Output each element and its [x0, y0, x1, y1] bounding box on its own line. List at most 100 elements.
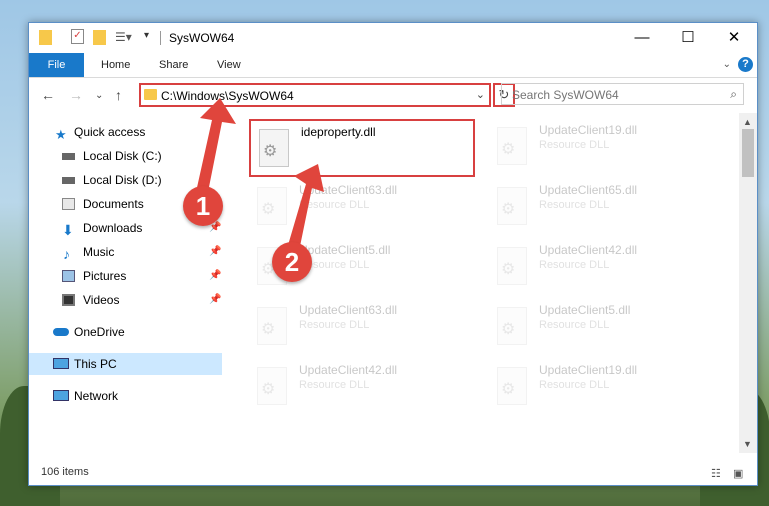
gear-icon: ⚙ — [501, 321, 516, 338]
expand-ribbon-icon[interactable]: ⌄ — [723, 59, 731, 70]
file-name: UpdateClient5.dll — [299, 243, 391, 257]
file-name: UpdateClient5.dll — [539, 303, 631, 317]
list-item[interactable]: ⚙ UpdateClient5.dll Resource DLL — [489, 299, 719, 355]
file-name: UpdateClient19.dll — [539, 363, 638, 377]
sidebar-item-label: Documents — [83, 197, 144, 211]
file-type: Resource DLL — [539, 139, 610, 151]
back-button[interactable]: ← — [41, 87, 55, 103]
file-type: Resource DLL — [539, 379, 610, 391]
search-box[interactable]: ⌕ — [501, 83, 744, 105]
new-folder-icon[interactable] — [93, 30, 106, 45]
large-icons-view-icon[interactable]: ▣ — [733, 467, 747, 480]
pin-icon[interactable]: 📌 — [209, 241, 221, 263]
close-button[interactable]: ✕ — [711, 23, 757, 53]
properties-icon[interactable]: ✓ — [71, 29, 84, 44]
recent-locations-button[interactable]: ⌄ — [95, 90, 103, 101]
pictures-icon — [62, 270, 75, 282]
sidebar-item-label: OneDrive — [74, 325, 125, 339]
pin-icon[interactable]: 📌 — [209, 289, 221, 311]
list-item[interactable]: ⚙ UpdateClient63.dll Resource DLL — [249, 179, 479, 235]
sidebar-item-this-pc[interactable]: This PC — [29, 353, 222, 375]
up-button[interactable]: ↑ — [115, 87, 122, 103]
sidebar-item-pictures[interactable]: Pictures 📌 — [29, 265, 222, 287]
pin-icon[interactable]: 📌 — [209, 265, 221, 287]
sidebar-item-videos[interactable]: Videos 📌 — [29, 289, 222, 311]
ribbon: File Home Share View ⌄ ? — [29, 53, 757, 78]
list-item[interactable]: ⚙ UpdateClient42.dll Resource DLL — [489, 239, 719, 295]
minimize-button[interactable]: — — [619, 23, 665, 53]
navigation-pane: ★ Quick access Local Disk (C:) Local Dis… — [29, 113, 224, 453]
list-item[interactable]: ⚙ UpdateClient19.dll Resource DLL — [489, 119, 719, 175]
sidebar-item-label: Downloads — [83, 221, 143, 235]
scroll-up-icon[interactable]: ▲ — [743, 117, 752, 127]
sidebar-item-label: Network — [74, 389, 119, 403]
file-type: Resource DLL — [539, 319, 610, 331]
list-item[interactable]: ⚙ UpdateClient42.dll Resource DLL — [249, 359, 479, 415]
sidebar-item-local-disk-c[interactable]: Local Disk (C:) — [29, 145, 222, 167]
drive-icon — [62, 177, 75, 184]
navigation-bar: ← → ⌄ ↑ C:\Windows\SysWOW64 ⌄ ↻ ⌕ — [29, 78, 757, 112]
folder-icon — [39, 30, 52, 45]
gear-icon: ⚙ — [501, 261, 516, 278]
file-name: UpdateClient42.dll — [299, 363, 398, 377]
status-bar: 106 items ☷ ▣ — [29, 463, 757, 485]
sidebar-item-label: Local Disk (D:) — [83, 173, 162, 187]
videos-icon — [62, 294, 75, 306]
scroll-thumb[interactable] — [742, 129, 754, 177]
gear-icon: ⚙ — [261, 201, 276, 218]
tab-file[interactable]: File — [29, 53, 84, 77]
address-path: C:\Windows\SysWOW64 — [161, 89, 294, 103]
maximize-button[interactable]: ☐ — [665, 23, 711, 53]
tab-share[interactable]: Share — [159, 53, 188, 77]
scroll-down-icon[interactable]: ▼ — [743, 439, 752, 449]
network-icon — [53, 390, 69, 401]
sidebar-item-network[interactable]: Network — [29, 385, 222, 407]
gear-icon: ⚙ — [501, 141, 516, 158]
list-item[interactable]: ⚙ UpdateClient19.dll Resource DLL — [489, 359, 719, 415]
cloud-icon — [53, 328, 69, 336]
item-count: 106 items — [41, 466, 89, 478]
folder-icon — [144, 89, 157, 100]
title-bar: ✓ ☰▾ ▾ SysWOW64 — ☐ ✕ — [29, 23, 757, 53]
tab-view[interactable]: View — [217, 53, 241, 77]
search-input[interactable] — [510, 85, 714, 105]
file-list: ⚙ ideproperty.dll ⚙ UpdateClient19.dll R… — [227, 113, 739, 453]
sidebar-item-label: Local Disk (C:) — [83, 149, 162, 163]
sidebar-item-quick-access[interactable]: ★ Quick access — [29, 121, 222, 143]
file-type: Resource DLL — [299, 199, 370, 211]
list-item[interactable]: ⚙ UpdateClient65.dll Resource DLL — [489, 179, 719, 235]
list-item[interactable]: ⚙ ideproperty.dll — [249, 119, 475, 177]
explorer-window: ✓ ☰▾ ▾ SysWOW64 — ☐ ✕ File Home Share Vi… — [28, 22, 758, 486]
help-icon[interactable]: ? — [738, 57, 753, 72]
details-view-icon[interactable]: ☷ — [711, 467, 725, 480]
step-2-badge: 2 — [272, 242, 312, 282]
gear-icon: ⚙ — [501, 201, 516, 218]
computer-icon — [53, 358, 69, 369]
file-name: UpdateClient42.dll — [539, 243, 638, 257]
search-icon[interactable]: ⌕ — [730, 87, 737, 102]
file-name: UpdateClient63.dll — [299, 183, 398, 197]
tab-home[interactable]: Home — [101, 53, 130, 77]
sidebar-item-label: Music — [83, 245, 115, 259]
sidebar-item-onedrive[interactable]: OneDrive — [29, 321, 222, 343]
sidebar-item-label: Pictures — [83, 269, 127, 283]
chevron-down-icon[interactable]: ⌄ — [476, 88, 485, 101]
drive-icon — [62, 153, 75, 160]
gear-icon: ⚙ — [501, 381, 516, 398]
sidebar-item-label: This PC — [74, 357, 117, 371]
list-item[interactable]: ⚙ UpdateClient63.dll Resource DLL — [249, 299, 479, 355]
documents-icon — [62, 198, 75, 210]
download-icon: ⬇ — [62, 222, 74, 238]
step-1-badge: 1 — [183, 186, 223, 226]
chevron-down-icon[interactable]: ▾ — [144, 30, 149, 46]
gear-icon: ⚙ — [261, 381, 276, 398]
forward-button[interactable]: → — [69, 87, 83, 103]
window-title: SysWOW64 — [169, 31, 235, 45]
vertical-scrollbar[interactable]: ▲ ▼ — [739, 113, 757, 453]
address-bar[interactable]: C:\Windows\SysWOW64 ⌄ — [139, 83, 491, 107]
file-type: Resource DLL — [299, 319, 370, 331]
file-type: Resource DLL — [539, 259, 610, 271]
customize-toolbar-icon[interactable]: ☰▾ — [115, 30, 132, 46]
sidebar-item-music[interactable]: ♪ Music 📌 — [29, 241, 222, 263]
file-name: UpdateClient63.dll — [299, 303, 398, 317]
